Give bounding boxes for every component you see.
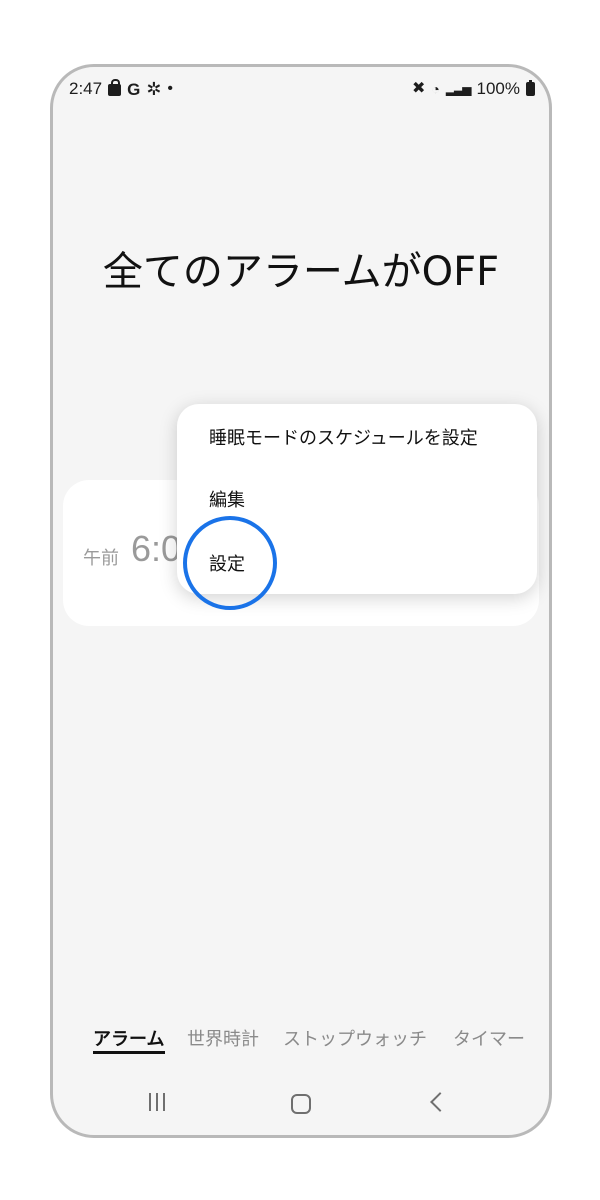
- tab-timer[interactable]: タイマー: [453, 1025, 525, 1051]
- menu-item-edit[interactable]: 編集: [209, 486, 245, 512]
- shopping-bag-icon: [108, 79, 122, 96]
- dot-icon: •: [167, 80, 174, 97]
- tab-underline: [93, 1051, 165, 1054]
- phone-screen: 2:47 G ✲ • ✖ ◔ ▂▃▅ 100% 全てのアラームがOFF 午前 6…: [50, 64, 552, 1138]
- status-time: 2:47: [69, 79, 103, 98]
- tab-world-clock[interactable]: 世界時計: [187, 1025, 259, 1051]
- battery-percent: 100%: [476, 79, 520, 98]
- recent-apps-icon[interactable]: [149, 1093, 165, 1111]
- page-title: 全てのアラームがOFF: [102, 249, 500, 295]
- highlight-circle: [183, 516, 277, 610]
- status-right: ✖ ◔ ▂▃▅ 100%: [412, 79, 535, 99]
- nav-bar: [53, 1087, 549, 1127]
- back-icon[interactable]: [430, 1092, 450, 1112]
- g-icon: G: [127, 79, 141, 99]
- alarm-time: 6:0: [131, 528, 182, 569]
- menu-item-sleep-schedule[interactable]: 睡眠モードのスケジュールを設定: [209, 424, 478, 450]
- signal-icon: ▂▃▅: [445, 82, 472, 96]
- wifi-icon: ◔: [431, 81, 440, 97]
- tab-bar: アラーム 世界時計 ストップウォッチ タイマー: [93, 1025, 533, 1055]
- mute-icon: ✖: [411, 80, 426, 97]
- pinwheel-icon: ✲: [146, 79, 162, 99]
- tab-stopwatch[interactable]: ストップウォッチ: [283, 1025, 427, 1051]
- status-bar: 2:47 G ✲ • ✖ ◔ ▂▃▅ 100%: [53, 67, 549, 111]
- battery-icon: [526, 80, 535, 96]
- alarm-ampm: 午前: [83, 548, 119, 569]
- home-icon[interactable]: [291, 1094, 311, 1114]
- tab-alarm[interactable]: アラーム: [93, 1025, 164, 1051]
- status-left: 2:47 G ✲ •: [69, 79, 173, 99]
